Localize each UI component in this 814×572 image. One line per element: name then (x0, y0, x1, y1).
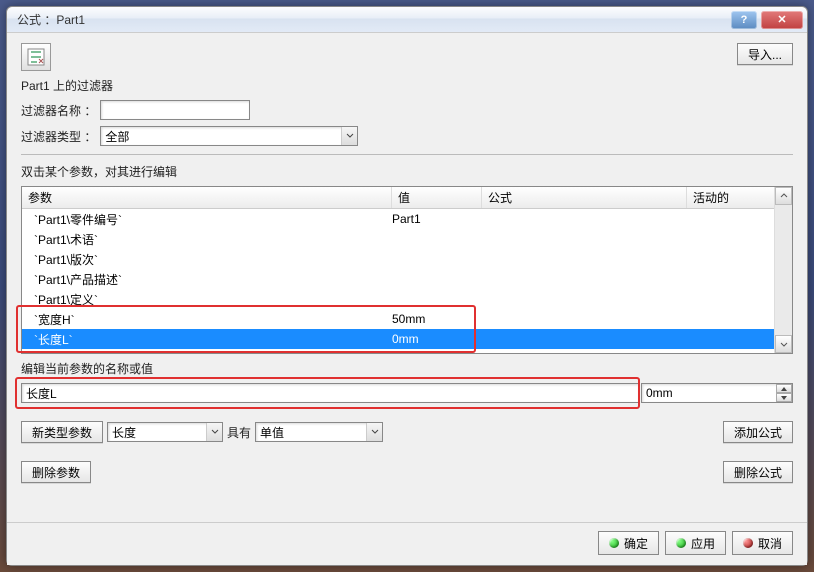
scrollbar[interactable] (774, 187, 792, 353)
table-row[interactable]: `Part1\产品描述` (22, 269, 792, 289)
spin-down-icon[interactable] (776, 393, 792, 402)
table-row[interactable]: `宽度H`50mm (22, 309, 792, 329)
close-button[interactable]: ✕ (761, 11, 803, 29)
scroll-down-icon[interactable] (775, 335, 792, 353)
delete-param-button[interactable]: 删除参数 (21, 461, 91, 483)
table-row[interactable]: `Part1\零件编号`Part1 (22, 209, 792, 229)
col-formula[interactable]: 公式 (482, 187, 687, 208)
apply-button[interactable]: 应用 (665, 531, 726, 555)
param-type-dropdown[interactable]: 长度 (107, 422, 223, 442)
add-formula-button[interactable]: 添加公式 (723, 421, 793, 443)
has-label: 具有 (227, 424, 251, 441)
param-qty-dropdown[interactable]: 单值 (255, 422, 383, 442)
col-value[interactable]: 值 (392, 187, 482, 208)
scroll-up-icon[interactable] (775, 187, 792, 205)
import-button[interactable]: 导入... (737, 43, 793, 65)
edit-caption: 编辑当前参数的名称或值 (21, 360, 793, 377)
filter-name-label: 过滤器名称 ： (21, 102, 96, 119)
value-spinner[interactable] (776, 384, 792, 402)
spin-up-icon[interactable] (776, 384, 792, 393)
window-title: 公式 ：Part1 (17, 11, 731, 28)
new-type-param-button[interactable]: 新类型参数 (21, 421, 103, 443)
col-param[interactable]: 参数 (22, 187, 392, 208)
table-row[interactable]: `长度L`0mm (22, 329, 792, 349)
ok-button[interactable]: 确定 (598, 531, 659, 555)
table-row[interactable]: `Part1\术语` (22, 229, 792, 249)
chevron-down-icon (366, 423, 382, 441)
chevron-down-icon (341, 127, 357, 145)
filter-section-label: Part1 上的过滤器 (21, 77, 793, 94)
delete-formula-button[interactable]: 删除公式 (723, 461, 793, 483)
titlebar: 公式 ：Part1 ? ✕ (7, 7, 807, 33)
table-caption: 双击某个参数，对其进行编辑 (21, 163, 793, 180)
filter-type-dropdown[interactable]: 全部 (100, 126, 358, 146)
help-button[interactable]: ? (731, 11, 757, 29)
filter-type-label: 过滤器类型 ： (21, 128, 96, 145)
fx-icon-button[interactable] (21, 43, 51, 71)
cancel-button[interactable]: 取消 (732, 531, 793, 555)
filter-name-input[interactable] (100, 100, 250, 120)
chevron-down-icon (206, 423, 222, 441)
parameter-table[interactable]: 参数 值 公式 活动的 `Part1\零件编号`Part1`Part1\术语``… (21, 186, 793, 354)
edit-value-input[interactable] (641, 383, 793, 403)
table-row[interactable]: `Part1\版次` (22, 249, 792, 269)
edit-name-input[interactable] (21, 383, 639, 403)
table-row[interactable]: `Part1\定义` (22, 289, 792, 309)
